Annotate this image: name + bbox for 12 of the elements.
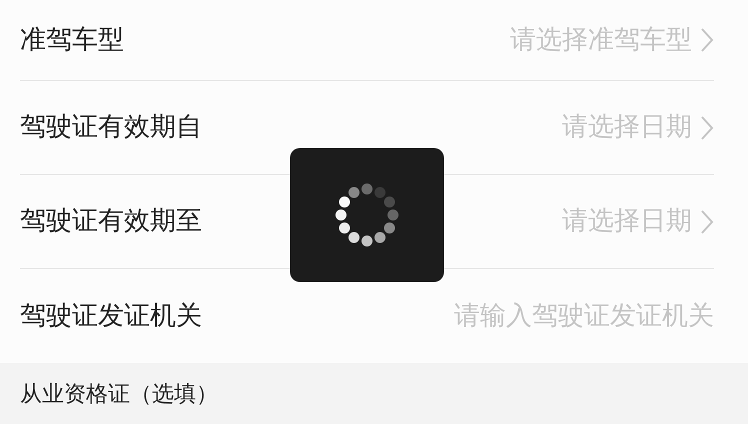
section-title: 从业资格证（选填） bbox=[20, 380, 218, 408]
field-label: 准驾车型 bbox=[20, 24, 124, 56]
select-field[interactable]: 请选择日期 bbox=[562, 202, 714, 241]
field-label: 驾驶证有效期自 bbox=[20, 111, 202, 144]
chevron-right-icon bbox=[700, 208, 714, 234]
select-field[interactable]: 请选择准驾车型 bbox=[510, 20, 714, 60]
field-label: 驾驶证发证机关 bbox=[20, 300, 202, 332]
field-label: 驾驶证有效期至 bbox=[20, 205, 202, 238]
input-field[interactable]: 请输入驾驶证发证机关 bbox=[394, 296, 714, 336]
select-field[interactable]: 请选择日期 bbox=[562, 108, 714, 147]
chevron-right-icon bbox=[700, 114, 714, 140]
chevron-right-icon bbox=[700, 27, 714, 53]
